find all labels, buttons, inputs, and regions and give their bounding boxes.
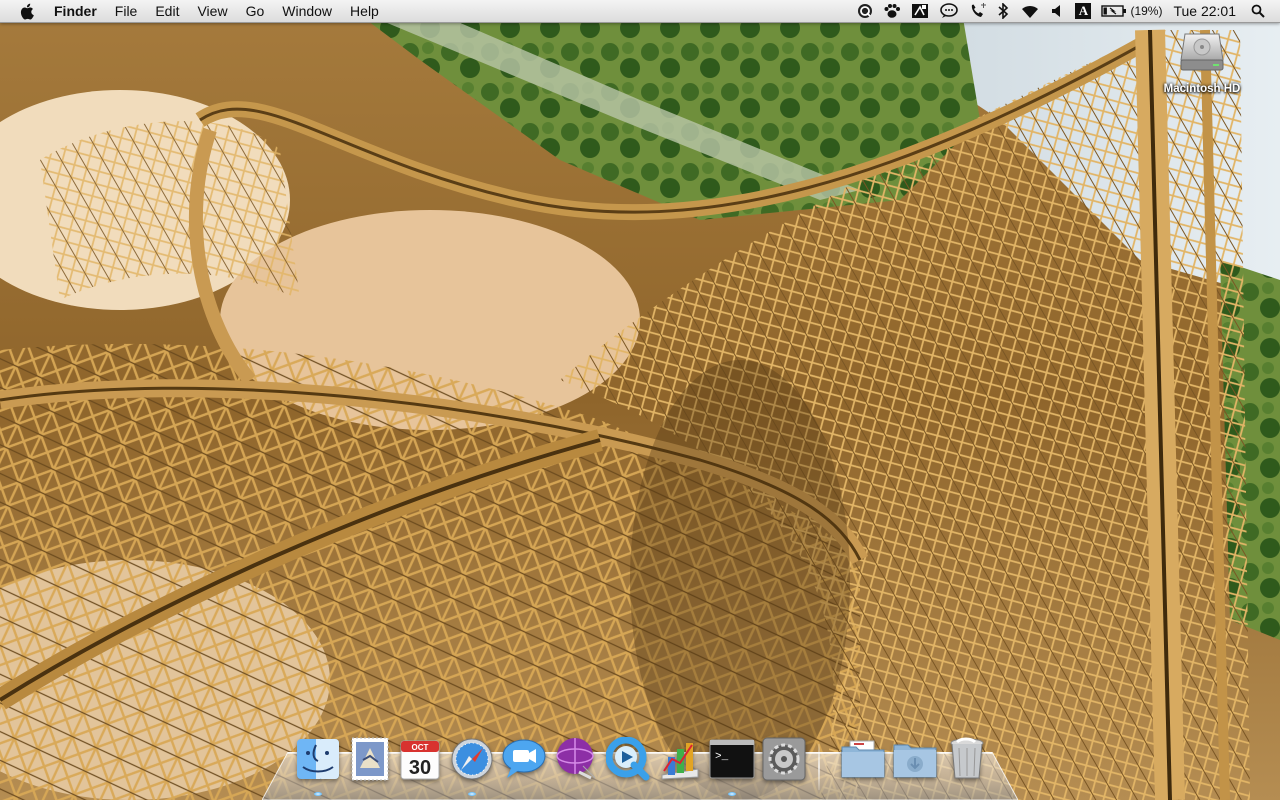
desktop-icon-label: Macintosh HD: [1163, 83, 1241, 95]
apple-logo-icon[interactable]: [16, 1, 36, 21]
desktop-icon-macintosh-hd[interactable]: Macintosh HD: [1150, 30, 1254, 95]
dock-system-preferences[interactable]: [759, 734, 809, 784]
gear-icon: [762, 737, 806, 781]
dock-terminal[interactable]: >_: [707, 734, 757, 796]
quicktime-icon: [606, 737, 650, 781]
bluetooth-icon[interactable]: [992, 0, 1014, 22]
trash-icon: [950, 737, 984, 779]
downloads-folder-icon: [893, 744, 937, 778]
dock-trash[interactable]: [942, 734, 992, 784]
documents-folder-icon: [841, 740, 885, 778]
dock-activity-monitor[interactable]: [655, 734, 705, 784]
menu-window[interactable]: Window: [273, 0, 341, 22]
terminal-prompt: >_: [715, 751, 729, 763]
ical-calendar-icon: OCT 30: [400, 740, 440, 780]
growl-paw-icon[interactable]: [878, 0, 906, 22]
menu-go[interactable]: Go: [237, 0, 274, 22]
phone-icon[interactable]: [964, 0, 992, 22]
menu-edit[interactable]: Edit: [146, 0, 188, 22]
battery-percent: (19%): [1130, 4, 1163, 18]
hard-drive-icon: [1180, 33, 1224, 71]
finder-icon: [297, 739, 339, 779]
menu-bar: Finder File Edit View Go Window Help A (…: [0, 0, 1280, 23]
running-indicator: [314, 792, 322, 796]
ical-day: 30: [409, 757, 431, 779]
running-indicator: [728, 792, 736, 796]
ichat-video-icon: [502, 739, 546, 778]
dock: OCT 30 >_: [290, 734, 994, 796]
menu-clock[interactable]: Tue 22:01: [1167, 0, 1246, 22]
volume-icon[interactable]: [1046, 0, 1070, 22]
dock-downloads-stack[interactable]: [890, 734, 940, 784]
ical-month: OCT: [412, 743, 429, 752]
dock-documents-stack[interactable]: [838, 734, 888, 784]
wifi-icon[interactable]: [1014, 0, 1046, 22]
dock-ical[interactable]: OCT 30: [395, 734, 445, 784]
battery-icon: [1101, 5, 1127, 17]
dock-safari[interactable]: [447, 734, 497, 796]
purple-globe-icon: [556, 738, 596, 780]
running-indicator: [468, 792, 476, 796]
menu-file[interactable]: File: [106, 0, 147, 22]
safari-compass-icon: [451, 738, 493, 780]
mail-stamp-icon: [351, 737, 389, 781]
desktop-wallpaper: [0, 0, 1280, 800]
dock-finder[interactable]: [293, 734, 343, 796]
input-source-letter: A: [1075, 3, 1092, 19]
menu-help[interactable]: Help: [341, 0, 388, 22]
dock-adium[interactable]: [551, 734, 601, 784]
dock-quicktime[interactable]: [603, 734, 653, 784]
quicksilver-icon[interactable]: [852, 0, 878, 22]
terminal-icon: >_: [709, 739, 755, 779]
input-source-icon[interactable]: A: [1070, 0, 1096, 22]
dock-ichat[interactable]: [499, 734, 549, 784]
chart-icon: [661, 743, 699, 780]
ink-icon[interactable]: [906, 0, 934, 22]
dock-separator: [818, 744, 820, 790]
battery-status[interactable]: (19%): [1096, 0, 1167, 22]
chat-bubble-icon[interactable]: [934, 0, 964, 22]
app-menu-finder[interactable]: Finder: [48, 0, 106, 22]
dock-mail[interactable]: [345, 734, 395, 784]
menu-view[interactable]: View: [188, 0, 236, 22]
spotlight-search-icon[interactable]: [1246, 0, 1270, 22]
